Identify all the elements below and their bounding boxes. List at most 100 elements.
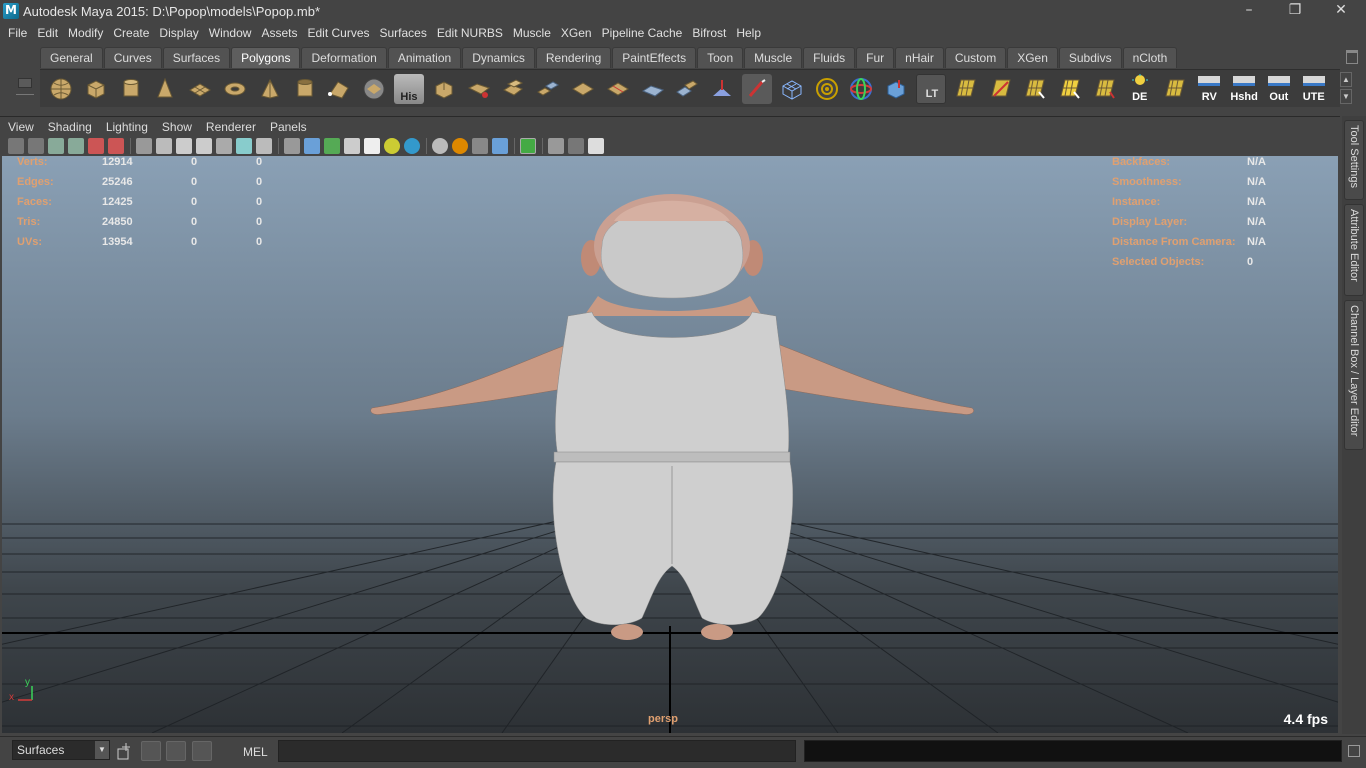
- panel-menu-renderer[interactable]: Renderer: [206, 120, 256, 134]
- poly-cylinder-icon[interactable]: [116, 74, 146, 104]
- shelf-tab-custom[interactable]: Custom: [944, 47, 1007, 68]
- script-editor-small-icon[interactable]: [141, 741, 161, 761]
- shelf-tab-deformation[interactable]: Deformation: [301, 47, 387, 68]
- field-chart-icon[interactable]: [216, 138, 232, 154]
- menu-window[interactable]: Window: [209, 26, 260, 40]
- menu-modify[interactable]: Modify: [68, 26, 111, 40]
- xray-joints-icon[interactable]: [452, 138, 468, 154]
- de-button[interactable]: DE: [1125, 73, 1155, 104]
- shelf-tab-toon[interactable]: Toon: [697, 47, 744, 68]
- hshd-button[interactable]: Hshd: [1229, 74, 1259, 104]
- history-button[interactable]: His: [393, 73, 424, 104]
- 3d-viewport[interactable]: Verts: 12914 0 0 Edges: 25246 0 0 Faces:…: [2, 156, 1338, 733]
- gate-mask-icon[interactable]: [196, 138, 212, 154]
- grid-script-icon-5[interactable]: [1090, 74, 1120, 104]
- create-polygon-tool-icon[interactable]: [324, 74, 354, 104]
- append-to-polygon-icon[interactable]: [359, 74, 389, 104]
- poly-cone-icon[interactable]: [150, 74, 180, 104]
- smooth-shade-icon[interactable]: [304, 138, 320, 154]
- out-button[interactable]: Out: [1264, 74, 1294, 104]
- wireframe-on-shaded-icon[interactable]: [324, 138, 340, 154]
- shelf-tab-polygons[interactable]: Polygons: [231, 47, 301, 68]
- resolution-gate-icon[interactable]: [176, 138, 192, 154]
- menu-assets[interactable]: Assets: [261, 26, 305, 40]
- two-sided-lighting-icon[interactable]: [548, 138, 564, 154]
- use-all-lights-icon[interactable]: [384, 138, 400, 154]
- wireframe-icon[interactable]: [284, 138, 300, 154]
- lt-button[interactable]: LT: [915, 73, 946, 104]
- shelf-tab-dynamics[interactable]: Dynamics: [462, 47, 535, 68]
- backface-culling-icon[interactable]: [568, 138, 584, 154]
- shelf-menu-icon[interactable]: [18, 78, 32, 88]
- shelf-scroll-down-icon[interactable]: ▼: [1340, 89, 1352, 104]
- menu-create[interactable]: Create: [113, 26, 157, 40]
- use-default-material-icon[interactable]: [364, 138, 380, 154]
- sculpt-geometry-icon[interactable]: [707, 74, 737, 104]
- move-snap-icon[interactable]: [881, 74, 911, 104]
- menu-edit-nurbs[interactable]: Edit NURBS: [437, 26, 511, 40]
- menu-display[interactable]: Display: [159, 26, 206, 40]
- tab-channel-box[interactable]: Channel Box / Layer Editor: [1344, 300, 1364, 450]
- rotate-tool-icon[interactable]: [846, 74, 876, 104]
- shelf-scroll-up-icon[interactable]: ▲: [1340, 72, 1352, 87]
- layer-list-icon[interactable]: [192, 741, 212, 761]
- isolate-select-icon[interactable]: [472, 138, 488, 154]
- grid-toggle-icon[interactable]: [136, 138, 152, 154]
- command-language-label[interactable]: MEL: [243, 745, 268, 759]
- shelf-tab-muscle[interactable]: Muscle: [744, 47, 803, 68]
- shelf-tab-animation[interactable]: Animation: [387, 47, 462, 68]
- menu-edit[interactable]: Edit: [37, 26, 66, 40]
- shadows-icon[interactable]: [404, 138, 420, 154]
- shelf-tab-fluids[interactable]: Fluids: [803, 47, 856, 68]
- soft-select-icon[interactable]: [812, 74, 842, 104]
- bridge-icon[interactable]: [464, 74, 494, 104]
- node-editor-icon[interactable]: [588, 138, 604, 154]
- shelf-tab-subdivs[interactable]: Subdivs: [1058, 47, 1122, 68]
- snap-icon[interactable]: [116, 741, 136, 761]
- menu-xgen[interactable]: XGen: [561, 26, 600, 40]
- poly-cube-icon[interactable]: [81, 74, 111, 104]
- poly-sphere-icon[interactable]: [46, 74, 76, 104]
- grid-script-icon-3[interactable]: [1020, 74, 1050, 104]
- menu-bifrost[interactable]: Bifrost: [692, 26, 734, 40]
- shelf-tab-general[interactable]: General: [40, 47, 103, 68]
- separate-icon[interactable]: [533, 74, 563, 104]
- select-camera-icon[interactable]: [8, 138, 24, 154]
- panel-menu-shading[interactable]: Shading: [48, 120, 92, 134]
- shelf-tab-xgen[interactable]: XGen: [1007, 47, 1058, 68]
- combine-icon[interactable]: [498, 74, 528, 104]
- shelf-collapse-icon[interactable]: [16, 94, 34, 104]
- shelf-tab-rendering[interactable]: Rendering: [535, 47, 612, 68]
- shelf-scroll[interactable]: ▲ ▼: [1340, 72, 1352, 106]
- image-plane-icon[interactable]: [68, 138, 84, 154]
- extrude-icon[interactable]: [429, 74, 459, 104]
- grid-script-icon-4[interactable]: [1055, 74, 1085, 104]
- safe-action-icon[interactable]: [236, 138, 252, 154]
- poly-pipe-icon[interactable]: [290, 74, 320, 104]
- tab-attribute-editor[interactable]: Attribute Editor: [1344, 204, 1364, 296]
- camera-attributes-icon[interactable]: [28, 138, 44, 154]
- panel-menu-show[interactable]: Show: [162, 120, 192, 134]
- uv-texture-editor-icon[interactable]: [777, 74, 807, 104]
- paint-tool-icon[interactable]: [741, 73, 772, 104]
- shelf-options-handle[interactable]: [14, 46, 36, 112]
- grid-script-icon-2[interactable]: [986, 74, 1016, 104]
- menu-set-dropdown[interactable]: Surfaces ▼: [12, 740, 110, 760]
- tab-tool-settings[interactable]: Tool Settings: [1344, 120, 1364, 200]
- poly-torus-icon[interactable]: [220, 74, 250, 104]
- shelf-tab-ncloth[interactable]: nCloth: [1122, 47, 1178, 68]
- minimize-button[interactable]: –: [1226, 0, 1272, 22]
- xray-icon[interactable]: [432, 138, 448, 154]
- grease-pencil-icon[interactable]: [108, 138, 124, 154]
- smooth-icon[interactable]: [638, 74, 668, 104]
- menu-surfaces[interactable]: Surfaces: [380, 26, 435, 40]
- poly-pyramid-icon[interactable]: [255, 74, 285, 104]
- 2d-pan-zoom-icon[interactable]: [88, 138, 104, 154]
- command-input[interactable]: [278, 740, 796, 762]
- shelf-tab-painteffects[interactable]: PaintEffects: [612, 47, 697, 68]
- outliner-small-icon[interactable]: [166, 741, 186, 761]
- script-editor-icon[interactable]: [1348, 745, 1360, 757]
- menu-help[interactable]: Help: [736, 26, 769, 40]
- rv-button[interactable]: RV: [1194, 74, 1224, 104]
- grid-script-icon-1[interactable]: [951, 74, 981, 104]
